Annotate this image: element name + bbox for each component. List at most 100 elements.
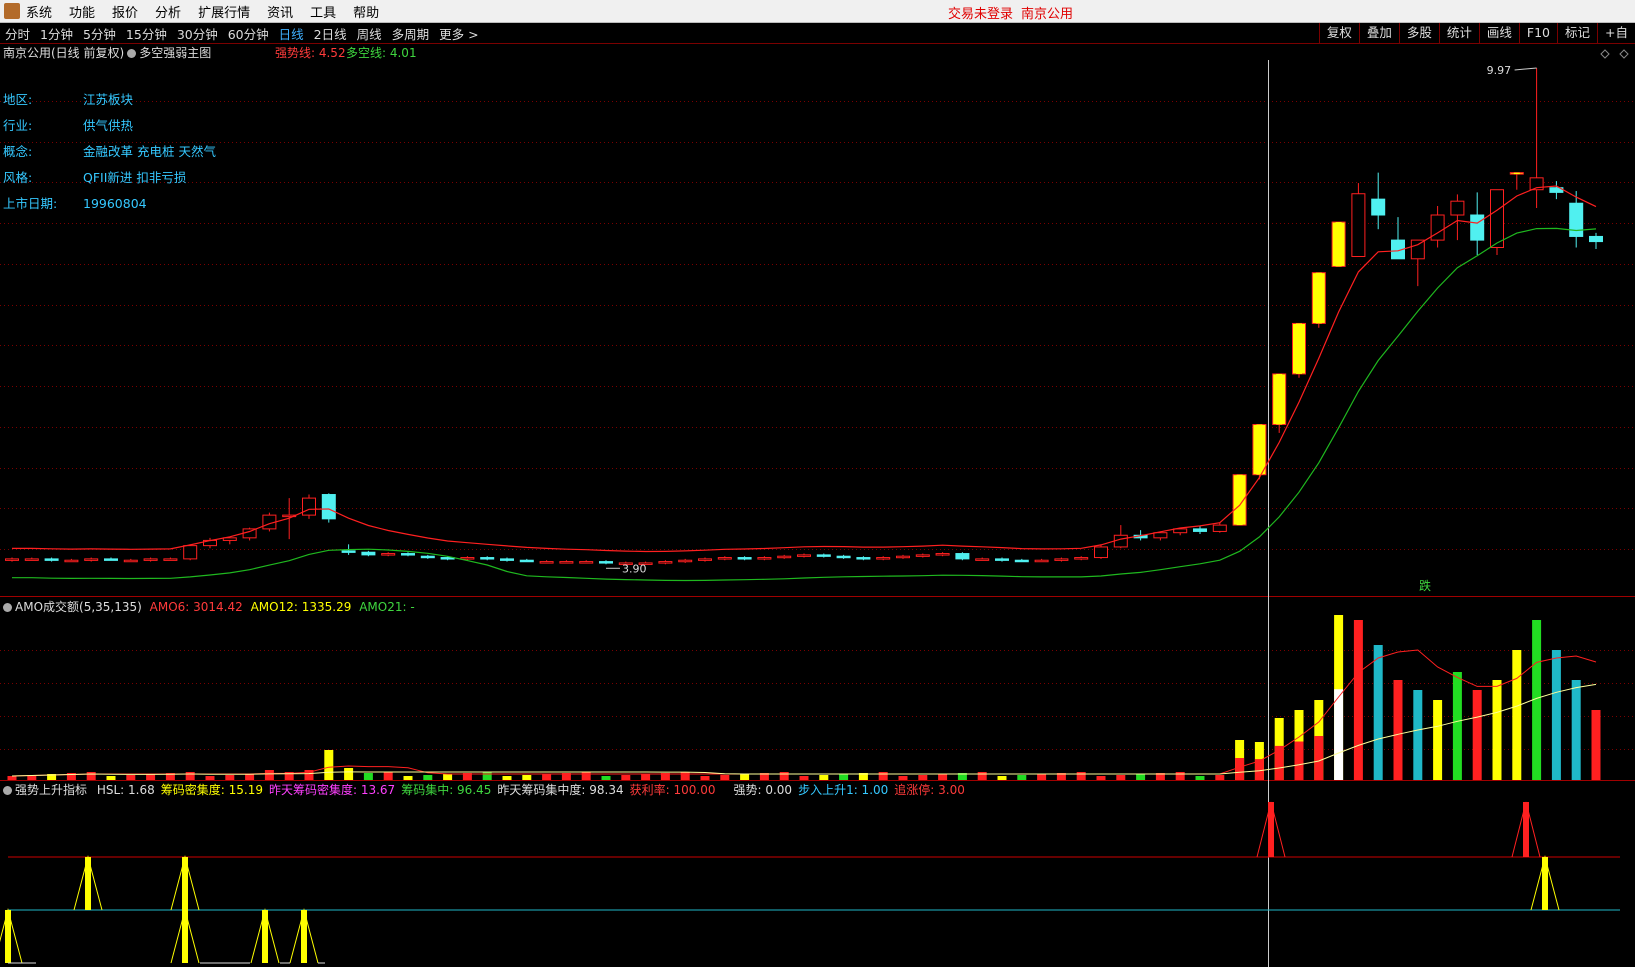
candle-limit-core [1296, 323, 1302, 374]
volume-bar [1492, 680, 1502, 780]
high-arrow [1514, 67, 1537, 71]
volume-bar-lower [1235, 758, 1245, 780]
volume-bar-lower [1274, 745, 1284, 780]
candle-body [559, 561, 574, 564]
volume-bar [1096, 776, 1106, 780]
volume-bar [819, 775, 829, 780]
candle-body [84, 558, 99, 561]
candle-body [24, 558, 39, 561]
volume-bar [938, 774, 948, 780]
volume-bar [1136, 774, 1146, 780]
candle-body [678, 559, 693, 563]
main-indicator-name[interactable]: 多空强弱主图 [139, 46, 211, 60]
volume-bar [1076, 772, 1086, 780]
volume-bar [799, 776, 809, 780]
candle-body [836, 555, 851, 559]
low-price-label: 3.90 [622, 562, 647, 575]
candle-body [816, 554, 831, 557]
trend-value-0: HSL: 1.68 [96, 783, 155, 797]
candle-body [5, 558, 19, 561]
candle-body [698, 558, 712, 561]
candle-body [876, 557, 891, 560]
volume-bar [1215, 775, 1225, 780]
candle-limit-core [1315, 272, 1322, 324]
volume-bar [1452, 672, 1462, 780]
volume-bar [324, 750, 334, 780]
chart-canvas[interactable]: 9.97 3.90 跌 [0, 0, 1635, 967]
volume-bar [621, 775, 631, 780]
amo-title[interactable]: AMO成交额(5,35,135) [15, 600, 142, 614]
info-industry-key: 行业: [3, 118, 33, 133]
candle-body [64, 559, 79, 563]
diamond-icon [1600, 49, 1610, 59]
volume-bar [86, 772, 96, 780]
candle-body [341, 550, 356, 553]
candle-body [123, 559, 138, 563]
amo-toggle-icon[interactable] [3, 603, 12, 612]
volume-bar [1353, 620, 1363, 780]
volume-bar [1373, 645, 1383, 780]
candle-body [500, 558, 514, 561]
volume-bar [740, 774, 750, 780]
volume-bar [1195, 776, 1205, 780]
candle-body [1569, 202, 1584, 237]
candle-body [1430, 214, 1445, 241]
volume-bar [1571, 680, 1581, 780]
candle-body [658, 561, 673, 564]
diamond-icon [1619, 49, 1629, 59]
multi-line-value: 多空线: 4.01 [346, 46, 417, 60]
candle-body [915, 554, 930, 557]
candle-body [797, 554, 811, 557]
indicator-toggle-icon[interactable] [127, 49, 137, 58]
candle-body [1034, 559, 1049, 563]
info-style-key: 风格: [3, 170, 33, 185]
info-style-value: QFII新进 扣非亏损 [83, 170, 187, 185]
info-concept-value: 金融改革 充电桩 天然气 [83, 144, 216, 159]
trend-toggle-icon[interactable] [3, 786, 12, 795]
volume-bar [997, 776, 1007, 780]
candle-body [460, 557, 475, 560]
volume-bar [542, 774, 552, 780]
candle-body [143, 558, 158, 561]
candle-body [737, 557, 752, 560]
amo12-value: AMO12: 1335.29 [250, 600, 352, 614]
candle-body [975, 558, 990, 561]
candle-body [1351, 193, 1366, 258]
info-concept-key: 概念: [3, 144, 33, 159]
trend-title[interactable]: 强势上升指标 [15, 783, 87, 797]
trend-spike-bar [301, 910, 307, 963]
trend-spike-bar [5, 910, 11, 963]
candle-body [1410, 239, 1425, 260]
volume-bar [1551, 650, 1561, 780]
volume-bar [443, 774, 453, 780]
volume-bar [1175, 772, 1185, 780]
volume-bar [898, 776, 908, 780]
candle-limit-core [1236, 474, 1243, 526]
trend-spike-bar [262, 910, 268, 963]
trend-value-4: 昨天筹码集中度: 98.34 [497, 783, 624, 797]
candle-body [579, 561, 594, 564]
trend-values: HSL: 1.68 筹码密集度: 15.19 昨天筹码密集度: 13.67 筹码集中:… [91, 783, 965, 797]
trend-value-6: 强势: 0.00 [733, 783, 793, 797]
candle-body [717, 557, 732, 560]
trend-value-8: 追涨停: 3.00 [894, 783, 965, 797]
info-listing-date-key: 上市日期: [3, 196, 58, 211]
candle-body [381, 553, 396, 556]
volume-bar [878, 772, 888, 780]
trend-spike-bar [85, 857, 91, 910]
volume-bar [700, 776, 710, 780]
volume-bar [264, 770, 274, 780]
trend-spike-bar [1268, 802, 1274, 857]
volume-bar [1591, 710, 1601, 780]
candle-body [935, 553, 950, 556]
volume-bar [977, 772, 987, 780]
trend-spike-bar [182, 910, 188, 963]
amo21-value: AMO21: - [359, 600, 415, 614]
volume-bar [106, 776, 116, 780]
candle-body [1490, 189, 1504, 249]
candle-body [1212, 524, 1227, 532]
volume-bar [779, 772, 789, 780]
candle-body [995, 558, 1009, 561]
volume-bar [205, 776, 215, 780]
volume-bar [482, 772, 492, 780]
